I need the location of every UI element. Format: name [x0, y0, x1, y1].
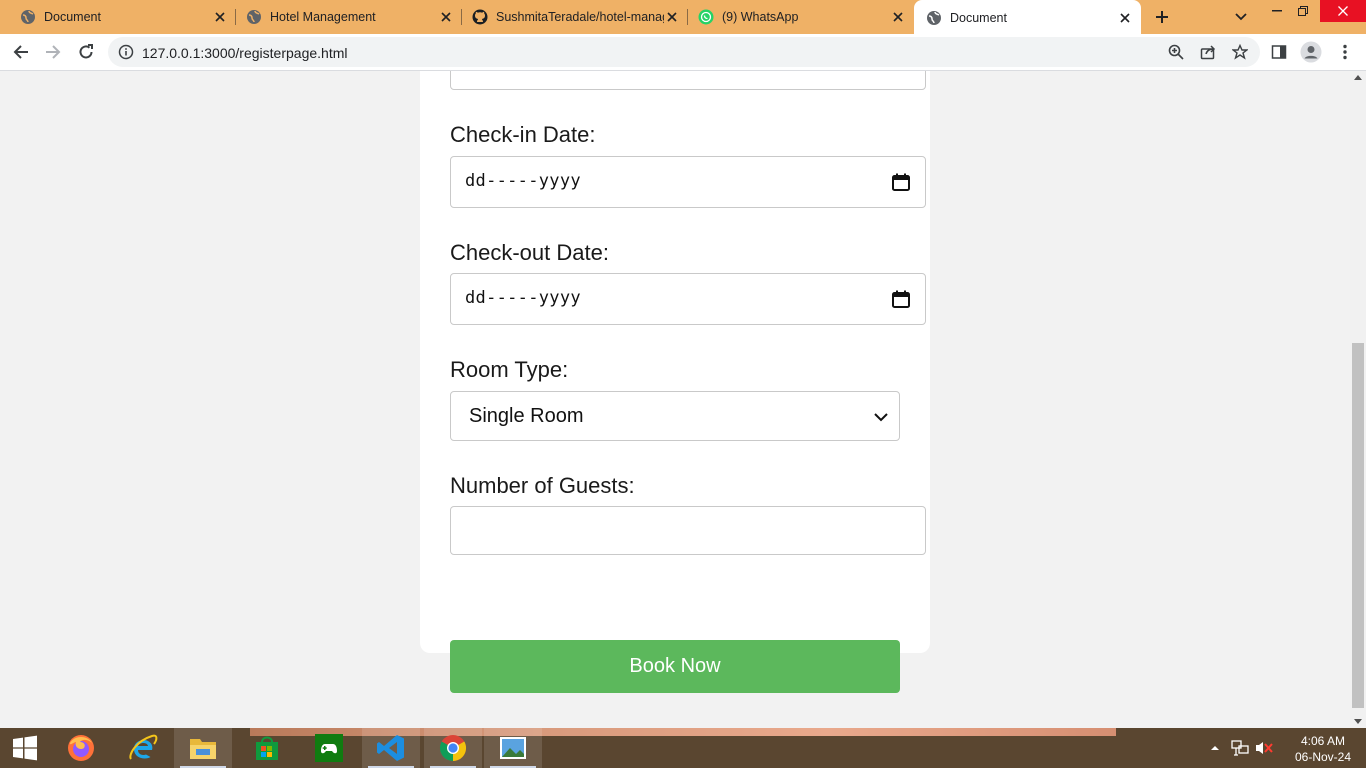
photos-icon[interactable] [484, 728, 542, 768]
checkout-date-input[interactable]: dd-----yyyy [450, 273, 926, 325]
clock-date: 06-Nov-24 [1294, 750, 1352, 764]
whatsapp-icon [698, 9, 714, 25]
book-now-button[interactable]: Book Now [450, 640, 900, 693]
close-icon[interactable] [664, 9, 680, 25]
back-button[interactable] [8, 39, 34, 65]
network-icon[interactable] [1230, 728, 1250, 768]
checkout-label: Check-out Date: [450, 240, 609, 265]
checkin-date-placeholder: dd-----yyyy [465, 171, 581, 191]
room-type-selected: Single Room [469, 405, 584, 427]
xbox-icon[interactable] [300, 728, 358, 768]
room-type-label: Room Type: [450, 357, 569, 382]
info-icon[interactable] [118, 44, 134, 60]
close-icon[interactable] [212, 9, 228, 25]
page-viewport: Check-in Date: dd-----yyyy Check-out Dat… [0, 71, 1350, 728]
zoom-icon[interactable] [1167, 43, 1185, 61]
tab-github[interactable]: SushmitaTeradale/hotel-manag [462, 0, 688, 34]
guests-input[interactable] [450, 506, 926, 555]
close-icon[interactable] [438, 9, 454, 25]
close-icon[interactable] [1117, 10, 1133, 26]
tab-document-active[interactable]: Document [914, 0, 1141, 36]
url-text: 127.0.0.1:3000/registerpage.html [142, 45, 348, 61]
previous-field-input[interactable] [450, 71, 926, 90]
clock-time: 4:06 AM [1300, 734, 1346, 748]
reload-button[interactable] [73, 39, 99, 65]
side-panel-icon[interactable] [1266, 39, 1292, 65]
tab-title: (9) WhatsApp [722, 10, 799, 24]
scroll-thumb[interactable] [1352, 343, 1364, 708]
vscode-icon[interactable] [362, 728, 420, 768]
scroll-down-arrow-icon[interactable] [1354, 719, 1362, 724]
globe-icon [926, 10, 942, 26]
close-icon[interactable] [890, 9, 906, 25]
chrome-icon[interactable] [424, 728, 482, 768]
browser-toolbar: 127.0.0.1:3000/registerpage.html [0, 34, 1366, 71]
taskbar-clock[interactable]: 4:06 AM 06-Nov-24 [1290, 733, 1356, 765]
calendar-icon[interactable] [891, 289, 911, 309]
tab-document-1[interactable]: Document [0, 0, 236, 34]
booking-form: Check-in Date: dd-----yyyy Check-out Dat… [420, 71, 930, 693]
checkin-label: Check-in Date: [450, 122, 596, 147]
checkout-date-placeholder: dd-----yyyy [465, 288, 581, 308]
checkin-date-input[interactable]: dd-----yyyy [450, 156, 926, 208]
address-bar[interactable]: 127.0.0.1:3000/registerpage.html [108, 37, 1260, 67]
scroll-up-arrow-icon[interactable] [1354, 75, 1362, 80]
globe-icon [246, 9, 262, 25]
guests-label: Number of Guests: [450, 473, 635, 498]
tab-title: Hotel Management [270, 10, 376, 24]
tab-hotel-management[interactable]: Hotel Management [236, 0, 462, 34]
bookmark-star-icon[interactable] [1231, 43, 1249, 61]
internet-explorer-icon[interactable] [114, 728, 172, 768]
chevron-up-icon[interactable] [1206, 728, 1224, 768]
globe-icon [20, 9, 36, 25]
restore-button[interactable] [1290, 0, 1316, 22]
tab-strip: Document Hotel Management SushmitaTerada… [0, 0, 1366, 36]
chevron-down-icon [873, 409, 889, 425]
volume-muted-icon[interactable] [1254, 728, 1274, 768]
profile-avatar-icon[interactable] [1298, 39, 1324, 65]
github-icon [472, 9, 488, 25]
tab-title: SushmitaTeradale/hotel-manag [496, 10, 664, 24]
windows-start-icon[interactable] [0, 728, 50, 768]
windows-taskbar: 4:06 AM 06-Nov-24 [0, 728, 1366, 768]
forward-button[interactable] [40, 39, 66, 65]
room-type-select[interactable]: Single Room [450, 391, 900, 441]
close-window-button[interactable] [1320, 0, 1366, 22]
tab-whatsapp[interactable]: (9) WhatsApp [688, 0, 914, 34]
firefox-icon[interactable] [52, 728, 110, 768]
microsoft-store-icon[interactable] [238, 728, 296, 768]
page-scrollbar[interactable] [1350, 71, 1366, 728]
calendar-icon[interactable] [891, 172, 911, 192]
tab-title: Document [950, 11, 1007, 25]
file-explorer-icon[interactable] [174, 728, 232, 768]
chevron-down-icon[interactable] [1229, 5, 1253, 29]
share-icon[interactable] [1199, 43, 1217, 61]
minimize-button[interactable] [1264, 0, 1290, 22]
new-tab-button[interactable] [1150, 5, 1174, 29]
more-menu-icon[interactable] [1332, 39, 1358, 65]
tab-title: Document [44, 10, 101, 24]
